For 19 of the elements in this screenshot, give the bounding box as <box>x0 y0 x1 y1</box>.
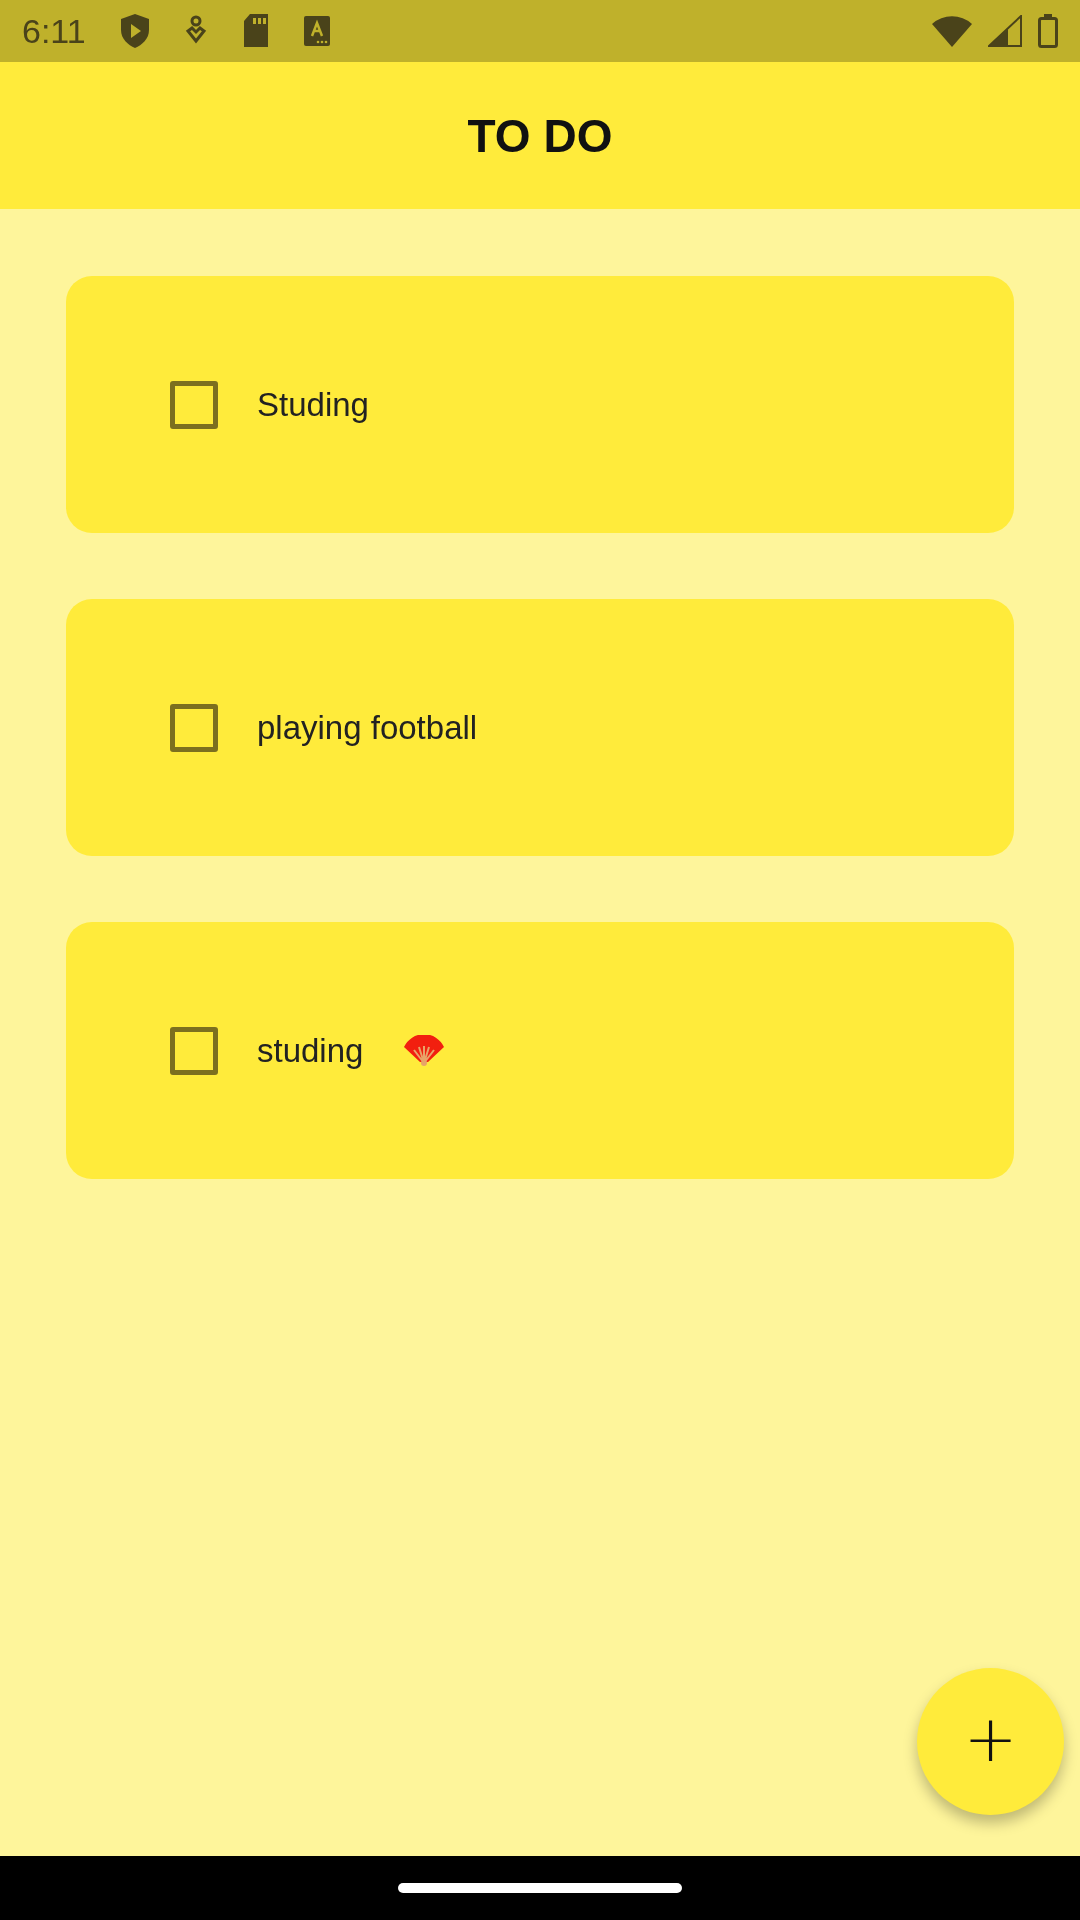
add-button[interactable]: + <box>917 1668 1064 1815</box>
signal-icon <box>988 15 1022 47</box>
battery-icon <box>1038 14 1058 48</box>
task-text: Studing <box>257 385 369 424</box>
shield-play-icon <box>119 13 150 49</box>
task-text: studing <box>257 1031 364 1070</box>
task-card[interactable]: Studing <box>66 276 1014 533</box>
keyboard-icon <box>303 16 330 46</box>
fan-icon <box>402 1034 447 1067</box>
sd-card-icon <box>241 13 270 49</box>
wifi-icon <box>932 15 972 47</box>
checkbox[interactable] <box>170 1026 218 1075</box>
task-card[interactable]: studing <box>66 922 1014 1179</box>
checkbox[interactable] <box>170 380 218 429</box>
task-card[interactable]: playing football <box>66 599 1014 856</box>
status-time: 6:11 <box>22 11 86 51</box>
checkbox[interactable] <box>170 703 218 752</box>
app-title: TO DO <box>467 108 613 163</box>
task-text: playing football <box>257 708 478 747</box>
